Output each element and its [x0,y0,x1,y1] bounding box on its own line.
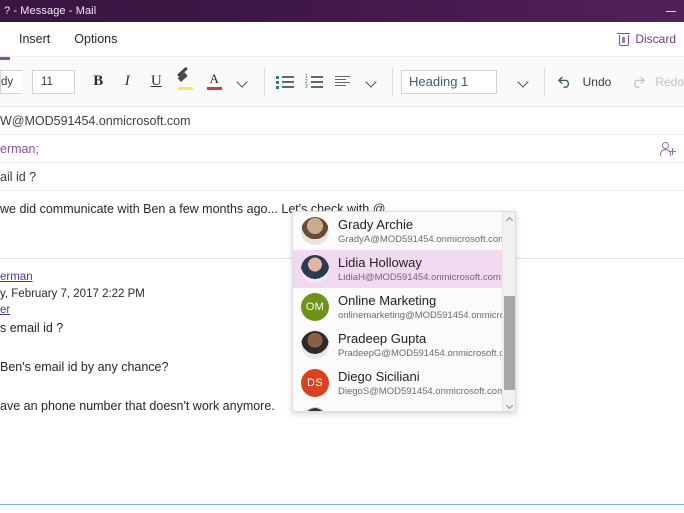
person-suggestion-row[interactable]: Pradeep Gupta PradeepG@MOD591454.onmicros… [293,326,515,364]
person-suggestion-row[interactable]: Lidia Holloway LidiaH@MOD591454.onmicroso… [293,250,515,288]
person-email: onlinemarketing@MOD591454.onmicroso. [338,309,515,321]
font-overflow-button[interactable] [229,67,258,97]
align-button[interactable] [328,67,357,97]
toolbar-divider [544,68,545,95]
chevron-down-icon [515,73,533,91]
tab-options[interactable]: Options [62,22,129,56]
paragraph-overflow-button[interactable] [357,67,386,97]
bottom-accent-line [0,503,684,505]
to-field[interactable]: erman; [0,135,684,163]
styles-group: Heading 1 [399,57,538,106]
from-value: W@MOD591454.onmicrosoft.com [0,113,191,128]
highlight-button[interactable] [171,66,200,97]
undo-button[interactable] [551,67,580,97]
align-left-icon [334,75,352,89]
numbered-list-button[interactable]: 1 2 3 [299,67,328,97]
undo-redo-group: Undo Redo [551,57,684,106]
window-title: ? - Message - Mail [4,5,97,17]
person-suggestion-row[interactable]: OM Online Marketing onlinemarketing@MOD591… [293,288,515,326]
toolbar-divider [263,68,265,95]
avatar-photo [301,217,329,245]
from-field[interactable]: W@MOD591454.onmicrosoft.com [0,107,684,135]
active-tab-indicator [0,57,10,60]
person-email: PradeepG@MOD591454.onmicrosoft.com [338,347,515,359]
person-text: Grady Archie GradyA@MOD591454.onmicrosoft… [338,217,506,246]
toolbar-divider [392,68,393,95]
styles-overflow-button[interactable] [509,67,538,97]
person-name: Online Marketing [338,292,437,308]
numbered-list-icon: 1 2 3 [305,74,323,89]
font-color-letter: A [209,71,219,86]
italic-button[interactable]: I [113,67,142,97]
window-title-bar: ? - Message - Mail [0,0,684,22]
bulleted-list-icon [275,75,294,89]
person-text: Diego Siciliani DiegoS@MOD591454.onmicros… [338,369,505,398]
person-text: Online Marketing onlinemarketing@MOD59145… [338,293,515,322]
discard-label: Discard [635,32,676,46]
font-size-input[interactable]: 11 [32,69,75,94]
trash-icon [617,32,631,47]
chevron-down-icon [363,73,381,91]
person-email: LidiaH@MOD591454.onmicrosoft.com [338,271,501,283]
redo-icon [634,76,646,88]
undo-icon [557,76,569,88]
person-name: Diego Siciliani [338,368,420,384]
avatar-photo [301,331,329,359]
person-email: DiegoS@MOD591454.onmicrosoft.com [338,385,505,397]
person-suggestion-row[interactable]: Grady Archie GradyA@MOD591454.onmicrosoft… [293,212,515,250]
font-color-button[interactable]: A [200,67,229,97]
mail-header-fields: W@MOD591454.onmicrosoft.com erman; ail i… [0,107,684,191]
people-list: Grady Archie GradyA@MOD591454.onmicrosoft… [293,212,515,411]
person-name: Grady Archie [338,216,414,232]
paragraph-group: 1 2 3 [270,57,386,106]
people-suggestion-dropdown[interactable]: Grady Archie GradyA@MOD591454.onmicrosoft… [292,211,516,412]
subject-field[interactable]: ail id ? [0,163,684,191]
person-text: Lidia Holloway LidiaH@MOD591454.onmicroso… [338,255,501,284]
bold-button[interactable]: B [84,67,113,97]
bulleted-list-button[interactable] [270,67,299,97]
scroll-down-arrow-icon[interactable] [503,399,515,411]
person-email: GradyA@MOD591454.onmicrosoft.com [338,233,507,245]
subject-value: ail id ? [0,169,37,184]
formatting-toolbar: dy 11 B I U A 1 2 3 Heading 1 Undo Redo [0,56,684,107]
to-value: erman; [0,141,39,156]
ribbon-tab-bar: Insert Options Discard [0,22,684,56]
tab-insert[interactable]: Insert [7,22,62,56]
font-group: dy 11 [0,57,75,106]
redo-button[interactable] [623,67,652,97]
discard-button[interactable]: Discard [617,32,676,47]
person-suggestion-row[interactable] [293,402,515,411]
font-color-icon: A [206,71,222,90]
person-name: Lidia Holloway [338,254,422,270]
character-format-group: B I U A [84,57,258,106]
avatar-initials: OM [301,293,329,321]
avatar-initials: DS [301,369,329,397]
window-controls [658,0,684,22]
minimize-button[interactable] [658,0,684,22]
style-selector[interactable]: Heading 1 [401,69,497,94]
font-name-input[interactable]: dy [0,69,22,94]
redo-label: Redo [655,74,684,89]
add-contact-icon[interactable] [660,141,676,157]
avatar-photo [301,407,329,411]
undo-label: Undo [582,74,612,89]
avatar-photo [301,255,329,283]
underline-button[interactable]: U [142,67,171,97]
person-name: Pradeep Gupta [338,330,427,346]
person-suggestion-row[interactable]: DS Diego Siciliani DiegoS@MOD591454.onmicr… [293,364,515,402]
chevron-down-icon [234,73,252,91]
dropdown-scrollbar[interactable] [502,212,515,411]
highlighter-icon [176,66,194,90]
bottom-area [0,505,684,513]
scrollbar-thumb[interactable] [504,296,515,390]
scroll-up-arrow-icon[interactable] [503,212,515,226]
person-text: Pradeep Gupta PradeepG@MOD591454.onmicros… [338,331,515,360]
